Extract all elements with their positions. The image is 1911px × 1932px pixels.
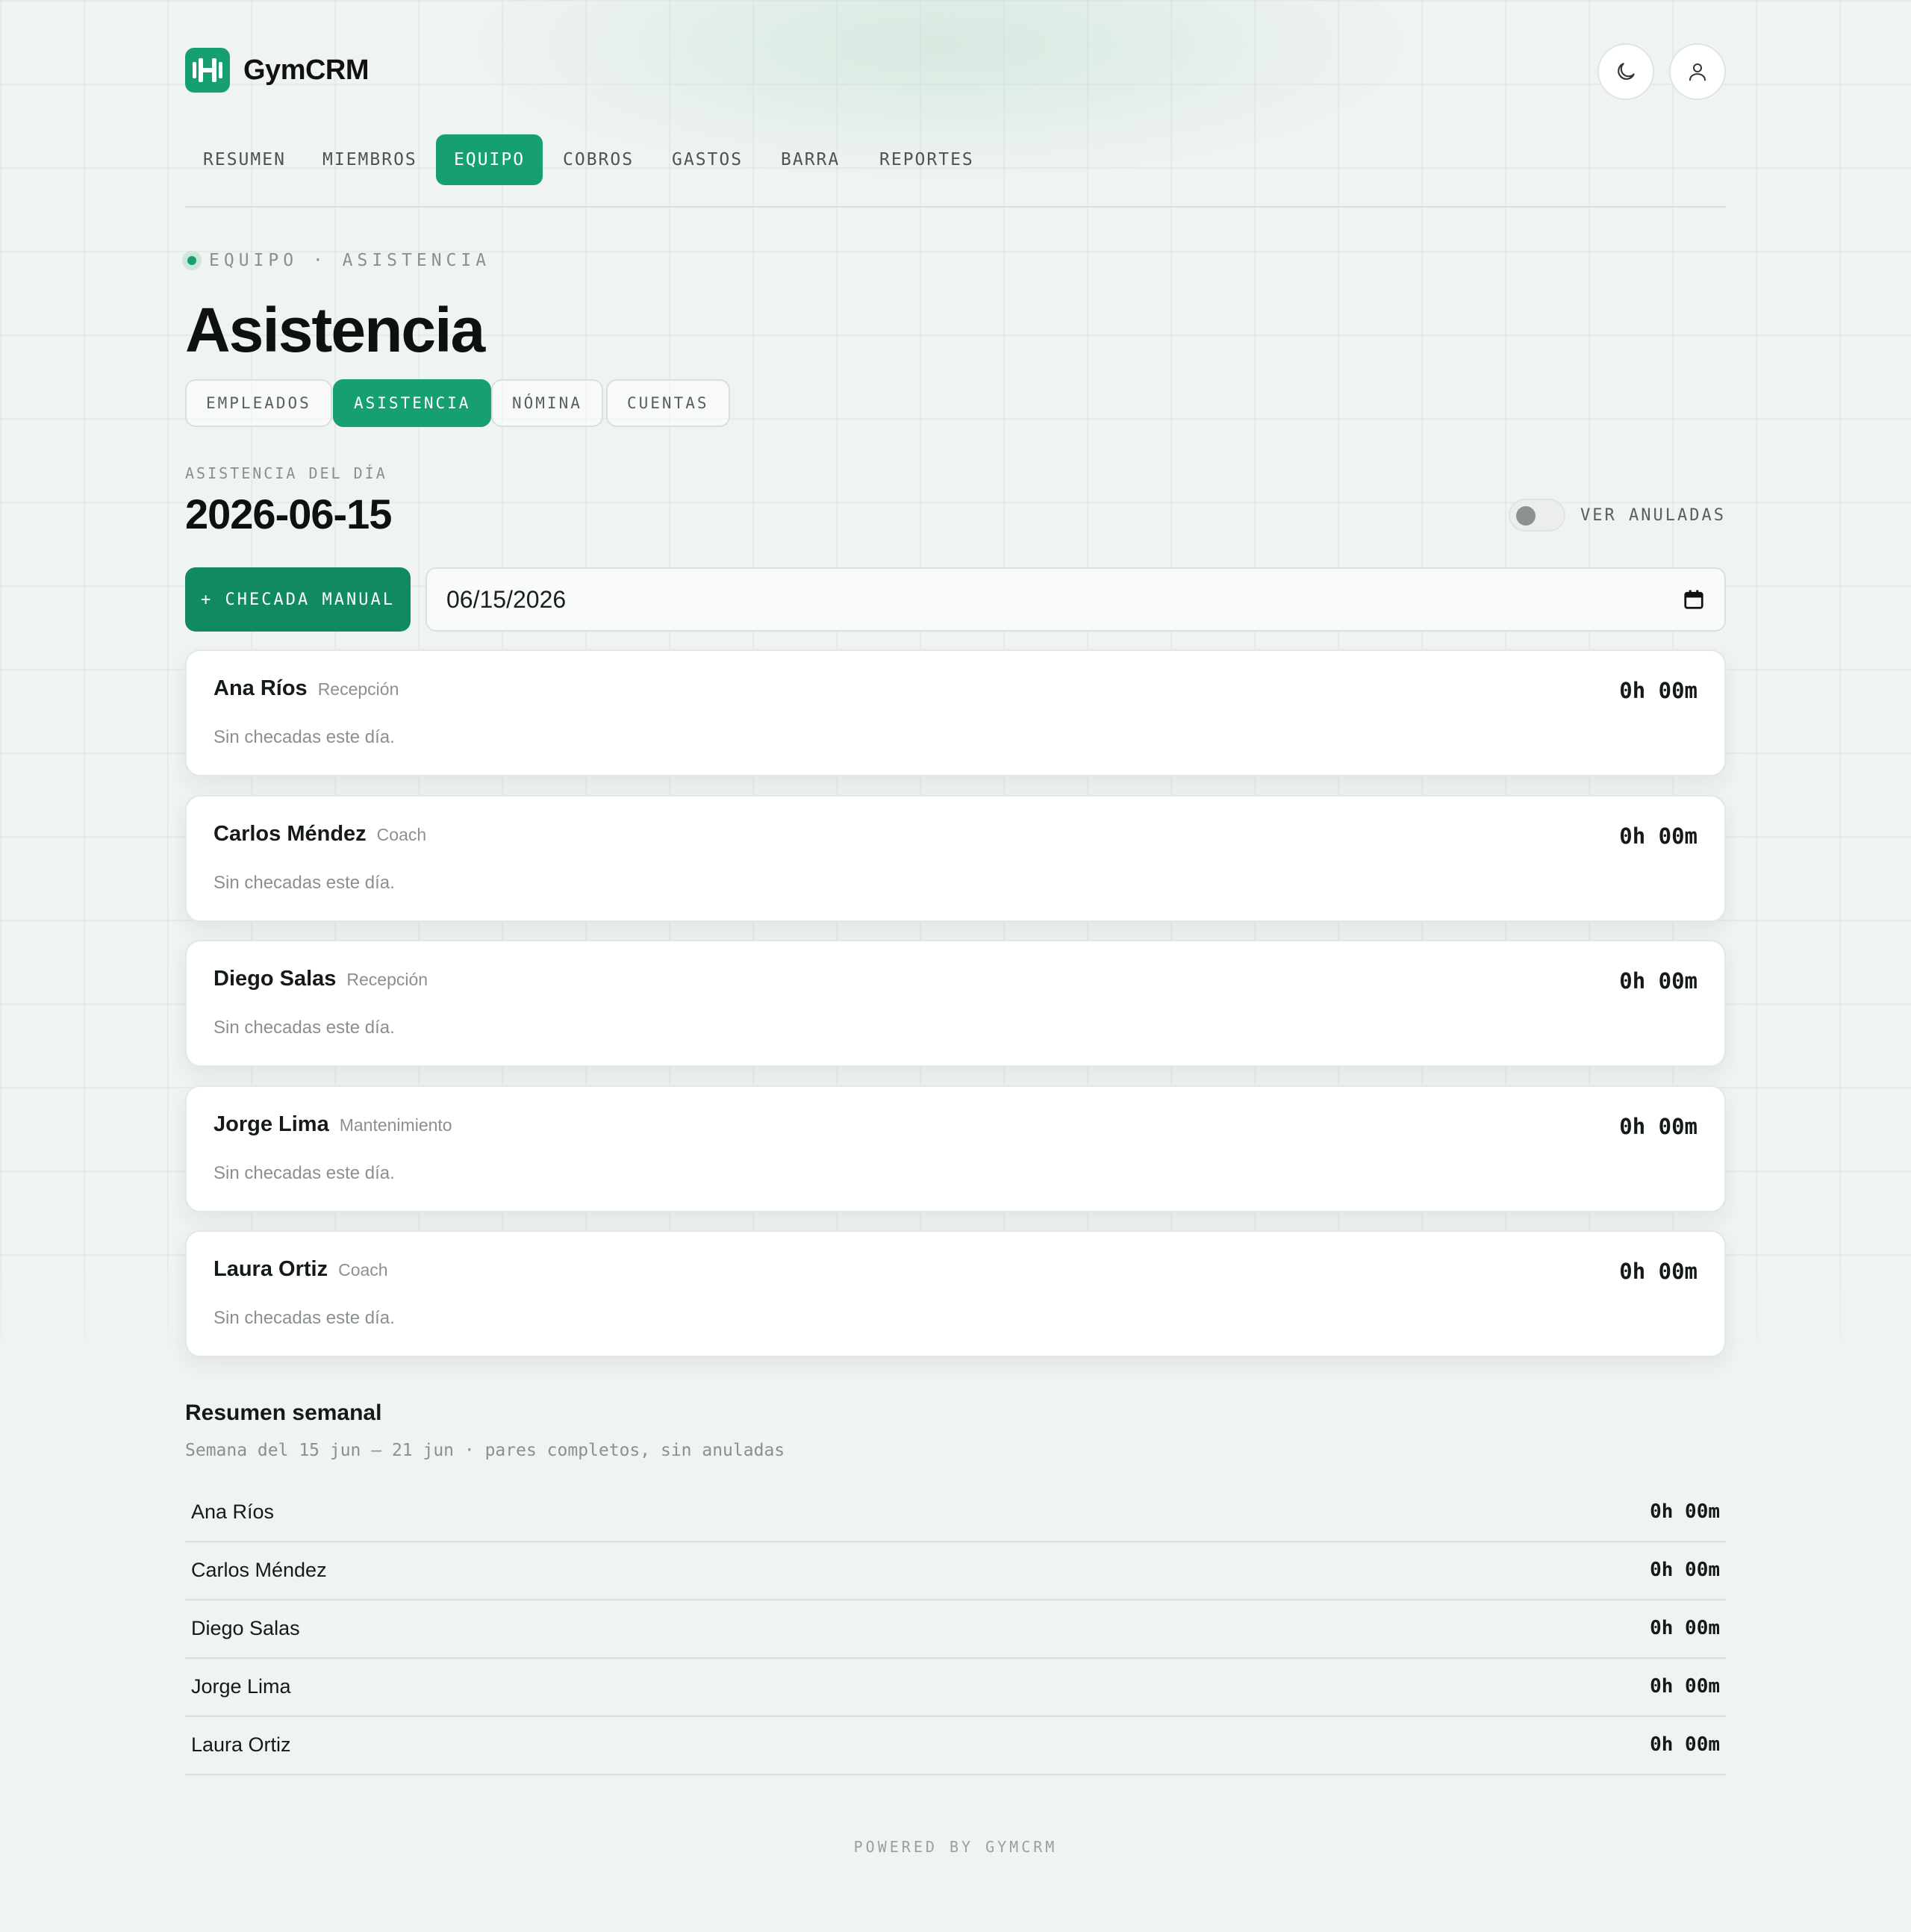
tab-cuentas[interactable]: CUENTAS	[606, 379, 730, 427]
employee-name-text: Diego Salas	[213, 967, 337, 991]
brand-name: GymCRM	[243, 54, 370, 86]
manual-checkin-button[interactable]: + CHECADA MANUAL	[185, 567, 411, 632]
employee-name-text: Jorge Lima	[213, 1112, 329, 1136]
row-hours: 0h 00m	[1650, 1733, 1720, 1756]
employee-name-text: Laura Ortiz	[213, 1257, 328, 1281]
employee-role: Mantenimiento	[339, 1115, 452, 1135]
row-hours: 0h 00m	[1650, 1559, 1720, 1581]
employee-role: Recepción	[346, 970, 428, 989]
attendance-card[interactable]: Ana Ríos Recepción Sin checadas este día.…	[185, 649, 1726, 776]
employee-name: Laura Ortiz Coach	[213, 1257, 388, 1282]
selected-date: 2026-06-15	[185, 490, 392, 537]
nav-item-reportes[interactable]: REPORTES	[861, 134, 992, 185]
breadcrumb: EQUIPO · ASISTENCIA	[182, 251, 490, 270]
calendar-icon[interactable]	[1683, 588, 1705, 611]
row-employee-name: Diego Salas	[191, 1617, 300, 1639]
nav-item-resumen[interactable]: RESUMEN	[185, 134, 304, 185]
brand[interactable]: GymCRM	[185, 48, 370, 93]
row-employee-name: Ana Ríos	[191, 1501, 275, 1523]
moon-icon	[1618, 63, 1635, 80]
attendance-card[interactable]: Jorge Lima Mantenimiento Sin checadas est…	[185, 1085, 1726, 1212]
nav-item-gastos[interactable]: GASTOS	[654, 134, 761, 185]
section-label: ASISTENCIA DEL DÍA	[185, 464, 387, 482]
main-nav: RESUMEN MIEMBROS EQUIPO COBROS GASTOS BA…	[185, 134, 1726, 208]
date-input[interactable]: 06/15/2026	[425, 567, 1726, 632]
toggle-knob	[1516, 506, 1536, 526]
weekly-summary-table: Ana Ríos 0h 00m Carlos Méndez 0h 00m Die…	[185, 1484, 1726, 1775]
total-hours: 0h 00m	[1619, 1259, 1698, 1284]
page-title: Asistencia	[185, 295, 485, 365]
empty-state-text: Sin checadas este día.	[213, 727, 395, 747]
footer-text: POWERED BY GYMCRM	[853, 1838, 1058, 1856]
total-hours: 0h 00m	[1619, 1114, 1698, 1139]
empty-state-text: Sin checadas este día.	[213, 1163, 395, 1183]
employee-name-text: Ana Ríos	[213, 676, 308, 700]
user-icon	[1689, 63, 1706, 81]
total-hours: 0h 00m	[1619, 678, 1698, 703]
empty-state-text: Sin checadas este día.	[213, 1308, 395, 1328]
row-employee-name: Laura Ortiz	[191, 1733, 291, 1756]
breadcrumb-text: EQUIPO · ASISTENCIA	[209, 251, 491, 270]
attendance-card[interactable]: Laura Ortiz Coach Sin checadas este día. …	[185, 1230, 1726, 1357]
table-row: Carlos Méndez 0h 00m	[185, 1542, 1726, 1601]
employee-name-text: Carlos Méndez	[213, 822, 367, 846]
nav-item-barra[interactable]: BARRA	[763, 134, 858, 185]
attendance-card[interactable]: Carlos Méndez Coach Sin checadas este día…	[185, 795, 1726, 922]
total-hours: 0h 00m	[1619, 823, 1698, 849]
app-header: GymCRM	[185, 43, 1726, 103]
tab-empleados[interactable]: EMPLEADOS	[185, 379, 332, 427]
employee-role: Recepción	[317, 679, 399, 699]
employee-name: Jorge Lima Mantenimiento	[213, 1112, 452, 1137]
tab-nomina[interactable]: NÓMINA	[491, 379, 603, 427]
employee-role: Coach	[338, 1260, 388, 1280]
show-voided-toggle[interactable]	[1509, 499, 1566, 532]
employee-name: Carlos Méndez Coach	[213, 822, 426, 847]
user-menu-button[interactable]	[1669, 43, 1726, 100]
employee-role: Coach	[376, 825, 427, 844]
dumbbell-logo-icon	[185, 48, 230, 93]
table-row: Ana Ríos 0h 00m	[185, 1484, 1726, 1542]
row-employee-name: Carlos Méndez	[191, 1559, 327, 1581]
row-hours: 0h 00m	[1650, 1617, 1720, 1639]
table-row: Laura Ortiz 0h 00m	[185, 1717, 1726, 1775]
weekly-summary-subtitle: Semana del 15 jun — 21 jun · pares compl…	[185, 1441, 785, 1460]
total-hours: 0h 00m	[1619, 968, 1698, 994]
row-employee-name: Jorge Lima	[191, 1675, 291, 1698]
nav-item-miembros[interactable]: MIEMBROS	[305, 134, 435, 185]
theme-toggle-button[interactable]	[1597, 43, 1654, 100]
show-voided-toggle-group: VER ANULADAS	[1509, 499, 1726, 532]
attendance-card[interactable]: Diego Salas Recepción Sin checadas este d…	[185, 940, 1726, 1067]
status-dot-icon	[182, 251, 202, 270]
date-input-value: 06/15/2026	[446, 585, 567, 613]
table-row: Diego Salas 0h 00m	[185, 1601, 1726, 1659]
row-hours: 0h 00m	[1650, 1501, 1720, 1523]
table-row: Jorge Lima 0h 00m	[185, 1659, 1726, 1717]
empty-state-text: Sin checadas este día.	[213, 1018, 395, 1038]
employee-name: Diego Salas Recepción	[213, 967, 428, 991]
row-hours: 0h 00m	[1650, 1675, 1720, 1698]
employee-name: Ana Ríos Recepción	[213, 676, 399, 701]
nav-item-cobros[interactable]: COBROS	[545, 134, 652, 185]
weekly-summary-title: Resumen semanal	[185, 1400, 382, 1425]
empty-state-text: Sin checadas este día.	[213, 873, 395, 893]
nav-item-equipo[interactable]: EQUIPO	[436, 134, 543, 185]
tab-asistencia[interactable]: ASISTENCIA	[333, 379, 492, 427]
show-voided-label[interactable]: VER ANULADAS	[1580, 506, 1726, 525]
